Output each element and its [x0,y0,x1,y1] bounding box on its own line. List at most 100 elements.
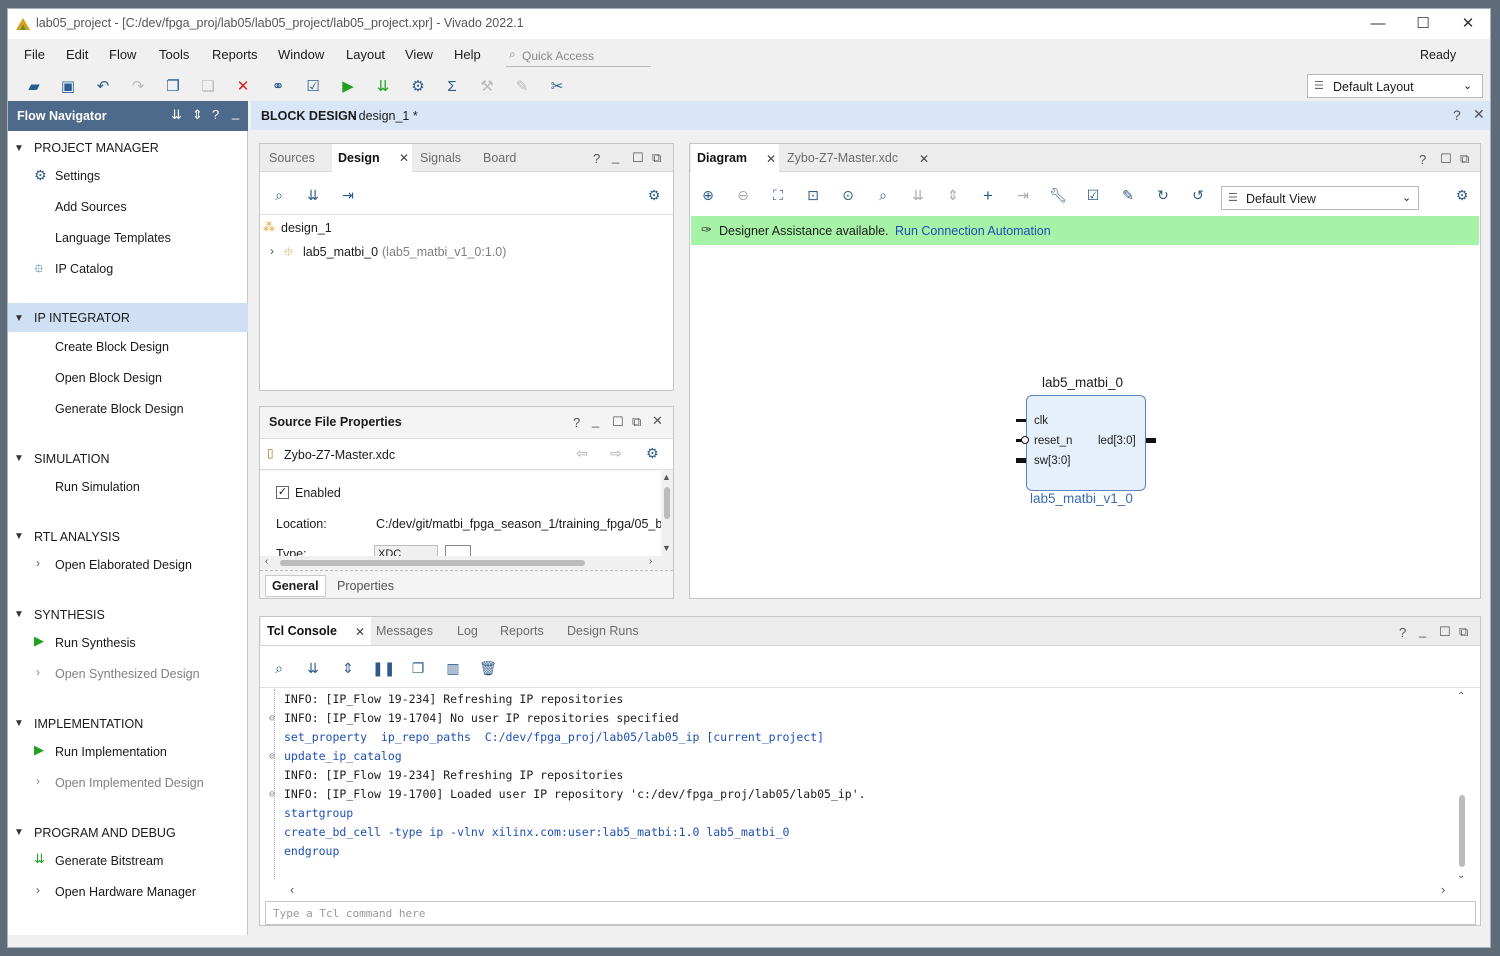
section-project-manager[interactable]: PROJECT MANAGER [34,141,159,155]
nav-open-synthesized-design[interactable]: Open Synthesized Design [55,667,200,681]
type-button[interactable] [445,545,471,556]
nav-open-elaborated-design[interactable]: Open Elaborated Design [55,558,192,572]
maximize-button[interactable]: ☐ [1403,13,1443,35]
nav-open-block-design[interactable]: Open Block Design [55,371,162,385]
zoom-area-icon[interactable]: ⊡ [802,187,824,204]
wrench-icon[interactable]: 🔧︎ [1047,187,1069,204]
nav-add-sources[interactable]: Add Sources [55,200,127,214]
tab-signals[interactable]: Signals [414,144,467,172]
settings-icon[interactable]: ⚙ [407,76,429,98]
copy-icon[interactable]: ❐ [162,76,184,98]
horizontal-scrollbar[interactable]: ‹ › [260,556,673,569]
nav-generate-block-design[interactable]: Generate Block Design [55,402,184,416]
section-rtl-analysis[interactable]: RTL ANALYSIS [34,530,120,544]
scroll-down-icon[interactable]: ⌄ [1457,870,1465,881]
layout-select[interactable]: ☰ Default Layout ⌄ [1307,74,1483,98]
help-icon[interactable]: ? [1453,107,1461,123]
forward-icon[interactable]: ⇨ [610,445,622,462]
port-sw[interactable]: sw[3:0] [1034,455,1070,467]
menu-reports[interactable]: Reports [212,47,258,62]
search-icon[interactable]: ⌕ [268,187,290,204]
close-icon[interactable]: ✂ [546,76,568,98]
float-panel-icon[interactable]: ⧉ [652,150,661,166]
tab-log[interactable]: Log [451,617,484,645]
collapse-all-icon[interactable]: ⇊ [302,187,324,204]
collapse-all-icon[interactable]: ⇊ [171,107,182,123]
expand-all-icon[interactable]: ⇕ [337,660,359,677]
nav-open-hardware-manager[interactable]: Open Hardware Manager [55,885,196,899]
edit-icon[interactable]: ✎ [511,76,533,98]
collapse-all-icon[interactable]: ⇊ [302,660,324,677]
refresh-icon[interactable]: ↻ [1152,187,1174,204]
chevron-down-icon[interactable]: ▼ [14,609,24,620]
search-icon[interactable]: ⌕ [872,187,894,204]
type-field[interactable]: XDC [374,545,438,556]
chevron-down-icon[interactable]: ▼ [14,531,24,542]
scroll-up-icon[interactable]: ⌃ [1457,691,1465,702]
menu-help[interactable]: Help [454,47,481,62]
chevron-right-icon[interactable]: › [270,244,274,258]
float-panel-icon[interactable]: ⧉ [1459,624,1468,640]
scroll-thumb[interactable] [280,560,585,566]
tab-general[interactable]: General [265,575,326,597]
chevron-right-icon[interactable]: › [36,665,40,679]
port-led[interactable]: led[3:0] [1098,435,1136,447]
close-tab-icon[interactable]: ✕ [399,151,409,165]
minimize-panel-icon[interactable]: _ [232,105,239,120]
validate-icon[interactable]: ☑ [1082,187,1104,204]
nav-run-synthesis[interactable]: Run Synthesis [55,636,136,650]
section-implementation[interactable]: IMPLEMENTATION [34,717,143,731]
scroll-down-icon[interactable]: ▼ [662,543,671,553]
nav-create-block-design[interactable]: Create Block Design [55,340,169,354]
menu-flow[interactable]: Flow [109,47,136,62]
tree-root-design[interactable]: design_1 [281,221,332,235]
minimize-button[interactable]: — [1358,13,1398,35]
tab-sources[interactable]: Sources [263,144,321,172]
port-icon[interactable]: ⇥ [1012,187,1034,204]
nav-run-implementation[interactable]: Run Implementation [55,745,167,759]
nav-run-simulation[interactable]: Run Simulation [55,480,140,494]
pin-icon[interactable]: ✎ [1117,187,1139,204]
nav-settings[interactable]: Settings [55,169,100,183]
close-tab-icon[interactable]: ✕ [766,152,776,166]
scroll-left-icon[interactable]: ‹ [265,556,268,567]
gear-icon[interactable]: ⚙ [643,187,665,204]
section-simulation[interactable]: SIMULATION [34,452,109,466]
save-icon[interactable]: ▣ [57,76,79,98]
console-vertical-scrollbar[interactable]: ⌃ ⌄ [1456,689,1468,884]
maximize-panel-icon[interactable]: ☐ [1439,624,1451,640]
tcl-command-input[interactable]: Type a Tcl command here [265,901,1476,925]
chevron-down-icon[interactable]: ▼ [14,453,24,464]
nav-open-implemented-design[interactable]: Open Implemented Design [55,776,204,790]
tab-design-runs[interactable]: Design Runs [561,617,645,645]
undo-icon[interactable]: ↶ [92,76,114,98]
float-panel-icon[interactable]: ⧉ [1460,151,1469,167]
check-icon[interactable]: ☑ [302,76,324,98]
console-horizontal-scrollbar[interactable]: ‹ › [284,882,1454,898]
port-reset-n[interactable]: reset_n [1034,435,1072,447]
expand-all-icon[interactable]: ⇕ [192,107,203,123]
nav-generate-bitstream[interactable]: Generate Bitstream [55,854,163,868]
help-icon[interactable]: ? [1419,152,1426,167]
zoom-in-icon[interactable]: ⊕ [697,187,719,204]
delete-icon[interactable]: ✕ [232,76,254,98]
pause-icon[interactable]: ❚❚ [372,660,395,677]
scroll-thumb[interactable] [664,487,670,519]
copy-icon[interactable]: ❐ [407,660,429,677]
section-program-and-debug[interactable]: PROGRAM AND DEBUG [34,826,176,840]
scroll-up-icon[interactable]: ▲ [662,472,671,482]
tab-properties[interactable]: Properties [337,579,394,593]
close-icon[interactable]: ✕ [1473,106,1485,123]
back-icon[interactable]: ⇦ [576,445,588,462]
tree-item-ip[interactable]: lab5_matbi_0 [303,245,378,259]
gear-icon[interactable]: ⚙ [1451,187,1473,204]
ip-block[interactable]: clk reset_n sw[3:0] led[3:0] [1026,395,1146,491]
cancel-icon[interactable]: ⚒ [476,76,498,98]
menu-layout[interactable]: Layout [346,47,385,62]
minimize-panel-icon[interactable]: _ [612,149,619,164]
close-tab-icon[interactable]: ✕ [355,625,365,639]
minimize-panel-icon[interactable]: _ [592,413,599,428]
scroll-thumb[interactable] [1459,795,1465,867]
section-synthesis[interactable]: SYNTHESIS [34,608,105,622]
minimize-panel-icon[interactable]: _ [1419,623,1426,638]
